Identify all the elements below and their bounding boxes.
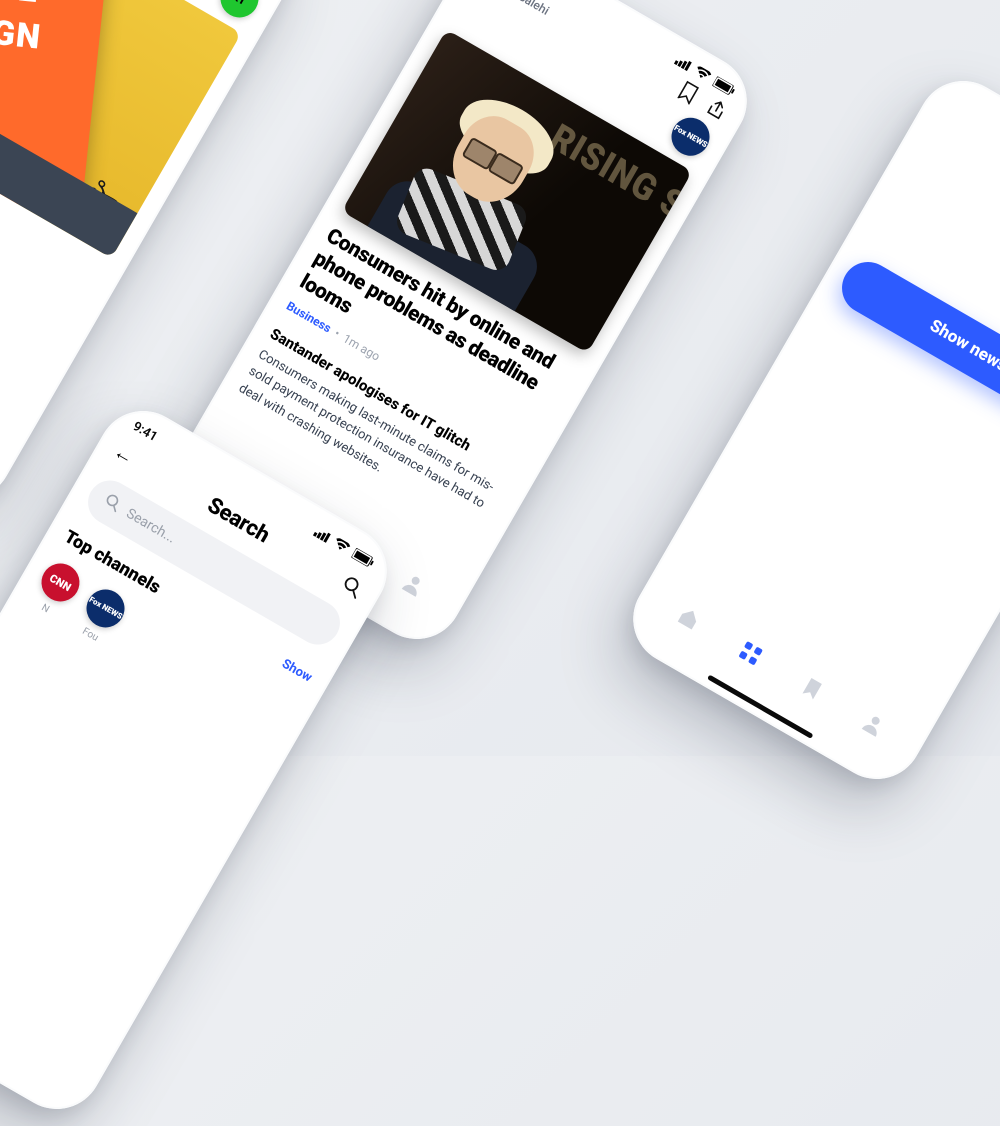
battery-icon [712, 76, 737, 97]
back-button[interactable]: ← [109, 439, 139, 471]
cellular-icon [313, 526, 332, 543]
tab-saved[interactable] [784, 661, 839, 716]
tab-home[interactable] [661, 590, 716, 645]
search-field-icon [100, 491, 124, 516]
tab-categories[interactable] [723, 626, 778, 681]
status-time: 9:41 [130, 419, 160, 445]
wifi-icon [693, 65, 712, 83]
tabbar [642, 571, 921, 770]
chip-caption: N [39, 602, 51, 615]
source-badge-foxnews[interactable]: Fox NEWS [665, 111, 717, 163]
article-hero-image: HANGE DESIGN TIM BROWN ✂ [0, 0, 241, 258]
bookmark-icon[interactable] [675, 80, 701, 106]
battery-icon [351, 548, 376, 569]
cellular-icon [674, 55, 693, 72]
tab-profile[interactable] [846, 697, 901, 752]
show-all-link[interactable]: Show [279, 656, 314, 685]
chip-caption: Fou [80, 626, 100, 644]
book-author: TIM BROWN [0, 62, 79, 93]
wifi-icon [332, 537, 351, 555]
search-icon[interactable] [339, 573, 366, 600]
share-icon[interactable] [703, 96, 730, 123]
channel-chip-cnn[interactable]: CNN [35, 556, 87, 608]
